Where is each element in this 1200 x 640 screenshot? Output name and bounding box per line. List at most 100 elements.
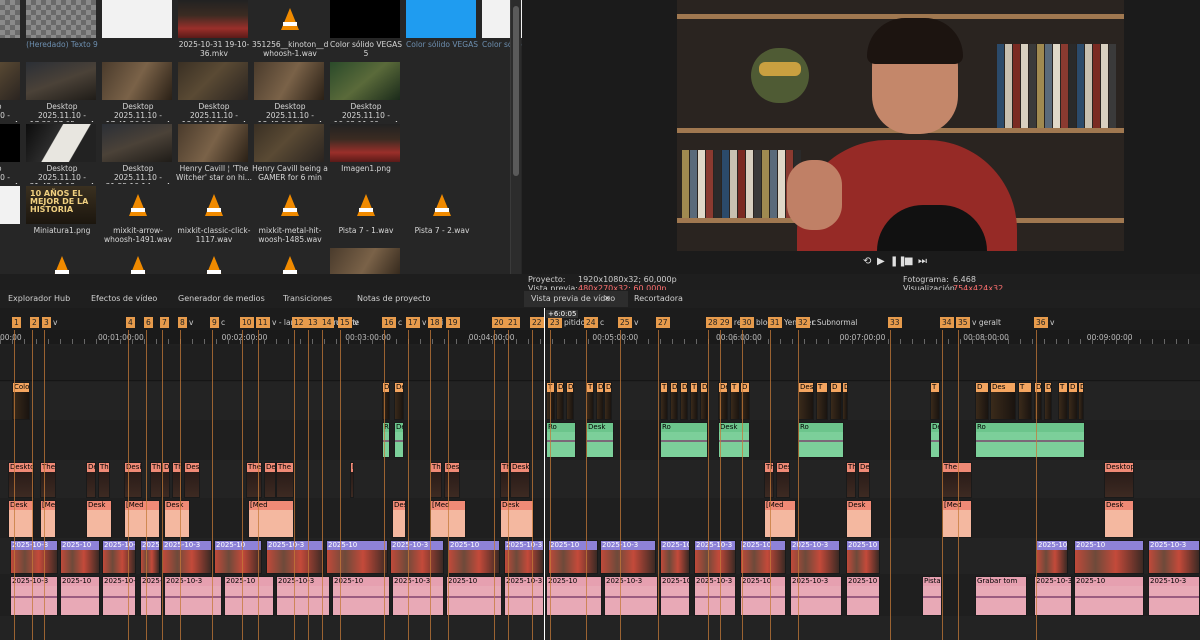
timeline-clip[interactable]: Desktop xyxy=(858,462,870,498)
loop-icon[interactable]: ⟲ xyxy=(863,256,871,267)
tab-project-notes[interactable]: Notas de proyecto xyxy=(357,294,430,303)
timeline-marker[interactable]: 15 xyxy=(338,317,352,328)
timeline-clip[interactable]: Desk xyxy=(86,500,112,538)
timeline-clip[interactable]: D xyxy=(670,382,678,420)
timeline-clip[interactable]: The xyxy=(846,462,856,498)
media-item[interactable] xyxy=(100,0,176,62)
timeline-marker[interactable]: 27 xyxy=(656,317,670,328)
media-item[interactable]: mixkit-metal-hit-woosh-1485.wav xyxy=(252,186,328,248)
timeline-clip[interactable]: The xyxy=(98,462,110,498)
timeline-marker[interactable]: 29 xyxy=(718,317,732,328)
timeline-clip[interactable]: 2025-10-3 xyxy=(1148,540,1200,574)
timeline-clip[interactable]: [Med xyxy=(764,500,796,538)
timeline-clip[interactable]: 2025-10 xyxy=(326,540,388,574)
media-item[interactable] xyxy=(24,248,100,274)
timeline-clip[interactable]: Des xyxy=(394,382,404,420)
tab-video-preview[interactable]: Vista previa de vídeo xyxy=(531,294,615,303)
timeline-clip[interactable]: Desktop xyxy=(1104,462,1134,498)
timeline-clip[interactable]: Desktop xyxy=(8,462,34,498)
next-frame-icon[interactable]: ⏭ xyxy=(918,256,927,267)
timeline-clip[interactable]: 2025-10 xyxy=(60,576,100,616)
timeline-clip[interactable]: 2025-10-3 xyxy=(694,540,736,574)
timeline-clip[interactable]: The xyxy=(764,462,774,498)
timeline-clip[interactable]: 2025-10-3 xyxy=(1148,576,1200,616)
media-item[interactable]: 2025-10-31 19-10-36.mkv xyxy=(176,0,252,62)
timeline-clip[interactable]: Grabar tom xyxy=(975,576,1027,616)
timeline-clip[interactable]: 2025-10-3 xyxy=(102,576,136,616)
stop-icon[interactable]: ■ xyxy=(904,256,913,267)
media-item[interactable] xyxy=(252,248,328,274)
timeline-clip[interactable]: 2025-10-3 xyxy=(162,540,212,574)
media-item[interactable]: Desktop 2025.11.10 - 19.52.04.12.mp4 xyxy=(0,124,24,186)
timeline-clip[interactable]: 2025-10-3 xyxy=(600,540,656,574)
timeline-clip[interactable]: [Med xyxy=(124,500,160,538)
timeline-marker[interactable]: 4 xyxy=(126,317,135,328)
media-bin-scrollbar[interactable] xyxy=(510,0,521,274)
timeline-clip[interactable]: D xyxy=(700,382,708,420)
timeline-clip[interactable]: Desktop xyxy=(444,462,460,498)
timeline-clip[interactable]: T xyxy=(1018,382,1032,420)
media-item[interactable]: ...o 90 xyxy=(0,0,24,62)
timeline-marker[interactable]: 36 xyxy=(1034,317,1048,328)
timeline-clip[interactable]: 2025-10 xyxy=(740,540,786,574)
timeline-clip[interactable]: The xyxy=(942,462,972,498)
timeline-clip[interactable]: D xyxy=(830,382,842,420)
timeline[interactable]: 123v4678v9c10c11v - lam1213blanco-ne14ca… xyxy=(0,308,1200,640)
timeline-clip[interactable]: Des xyxy=(680,382,688,420)
timeline-marker[interactable]: 31 xyxy=(768,317,782,328)
timeline-marker[interactable]: 2 xyxy=(30,317,39,328)
timeline-clip[interactable]: Desk xyxy=(164,500,190,538)
timeline-clip[interactable]: Ro xyxy=(798,422,844,458)
media-item[interactable]: 10 AÑOS EL MEJOR DE LA HISTORIA Miniatura… xyxy=(24,186,100,248)
timeline-clip[interactable]: Desktop xyxy=(510,462,530,498)
timeline-clip[interactable]: Ro xyxy=(975,422,1085,458)
media-item[interactable]: Desktop 2025.11.10 - 17.35.04.02.mp4 xyxy=(0,62,24,124)
media-item[interactable]: Henry Cavill being a GAMER for 6 min a..… xyxy=(252,124,328,186)
timeline-clip[interactable]: Desktop xyxy=(184,462,200,498)
media-item[interactable] xyxy=(0,248,24,274)
media-item[interactable]: (Heredado) Texto 9 xyxy=(24,0,100,62)
timeline-clip[interactable]: Desktop xyxy=(350,462,354,498)
timeline-clip[interactable]: 2025-10-3 xyxy=(164,576,222,616)
timeline-clip[interactable]: Desk xyxy=(394,422,404,458)
timeline-marker[interactable]: 19 xyxy=(446,317,460,328)
tab-explorer-hub[interactable]: Explorador Hub xyxy=(8,294,70,303)
timeline-clip[interactable]: The xyxy=(40,462,56,498)
timeline-marker[interactable]: 6 xyxy=(144,317,153,328)
timeline-clip[interactable]: 2025-10-3 xyxy=(604,576,658,616)
timeline-marker[interactable]: 1 xyxy=(12,317,21,328)
timeline-clip[interactable]: Desk xyxy=(392,500,406,538)
timeline-clip[interactable]: 2025-10-3 xyxy=(266,540,324,574)
media-item[interactable]: Desktop 2025.11.10 - 21.43.21.13.mp4 xyxy=(24,124,100,186)
timeline-clip[interactable]: Desktop xyxy=(86,462,96,498)
timeline-clip[interactable]: Desk xyxy=(718,422,750,458)
timeline-clip[interactable]: Des xyxy=(1078,382,1084,420)
media-item[interactable]: mixkit-arrow-whoosh-1491.wav xyxy=(100,186,176,248)
timeline-clip[interactable]: Desk xyxy=(930,422,940,458)
media-item[interactable]: Desktop 2025.11.10 - 18.42.56.08.mp4 xyxy=(252,62,328,124)
timeline-marker[interactable]: 24 xyxy=(584,317,598,328)
timeline-clip[interactable]: 2025-10 xyxy=(740,576,786,616)
timeline-clip[interactable]: 2025-10 xyxy=(140,540,160,574)
timeline-clip[interactable]: D xyxy=(975,382,989,420)
timeline-marker[interactable]: 18 xyxy=(428,317,442,328)
timeline-clip[interactable]: 2025-10-3 xyxy=(10,540,58,574)
timeline-clip[interactable]: 2025-10-3 xyxy=(504,576,544,616)
timeline-clip[interactable]: Des xyxy=(604,382,612,420)
media-item[interactable] xyxy=(328,248,404,274)
play-icon[interactable]: ▶ xyxy=(877,256,885,267)
timeline-clip[interactable]: T xyxy=(730,382,740,420)
timeline-clip[interactable]: T xyxy=(816,382,828,420)
timeline-clip[interactable]: 2025-10 xyxy=(846,576,880,616)
media-item[interactable]: 351256__kinoton__deep-whoosh-1.wav xyxy=(252,0,328,62)
timeline-marker[interactable]: 35 xyxy=(956,317,970,328)
playhead[interactable] xyxy=(544,308,545,640)
media-item[interactable]: Desktop 2025.11.10 - 18.19.18.07.mp4 xyxy=(176,62,252,124)
timeline-marker[interactable]: 17 xyxy=(406,317,420,328)
timeline-clip[interactable]: 2025-10 xyxy=(846,540,880,574)
timeline-marker[interactable]: 23 xyxy=(548,317,562,328)
timeline-clip[interactable]: T xyxy=(660,382,668,420)
timeline-marker[interactable]: 10 xyxy=(240,317,254,328)
timeline-clip[interactable]: T xyxy=(690,382,698,420)
timeline-clip[interactable]: Des xyxy=(990,382,1016,420)
